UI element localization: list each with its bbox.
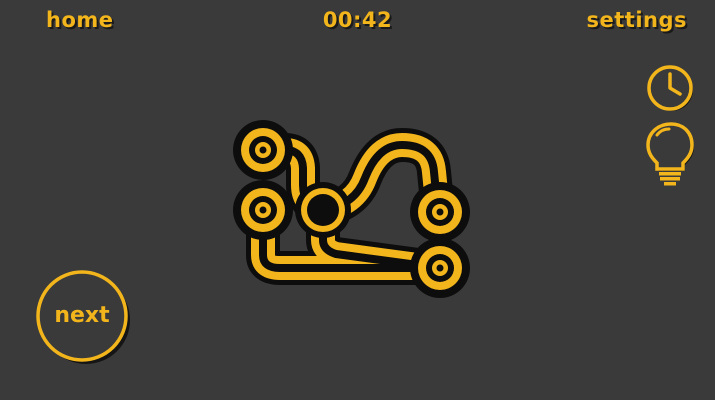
node-center[interactable] (295, 182, 351, 238)
settings-link[interactable]: settings (587, 8, 688, 32)
node-top-left[interactable] (233, 120, 293, 180)
lightbulb-icon[interactable] (643, 121, 699, 187)
node-left[interactable] (233, 180, 293, 240)
node-bottom-right[interactable] (410, 238, 470, 298)
next-button[interactable] (36, 270, 132, 366)
node-right[interactable] (410, 182, 470, 242)
clock-icon[interactable] (644, 63, 696, 115)
